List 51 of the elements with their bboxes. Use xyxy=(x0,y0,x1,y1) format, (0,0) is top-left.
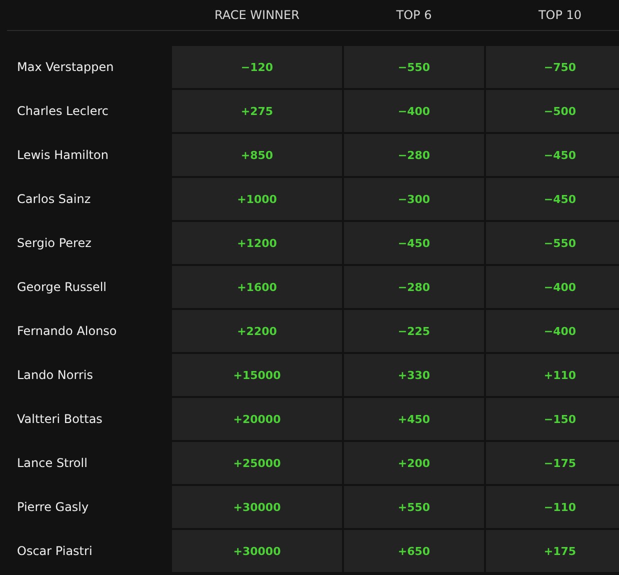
column-header: TOP 6 xyxy=(396,8,432,22)
odds-button[interactable]: −550 xyxy=(344,46,484,88)
driver-name: Oscar Piastri xyxy=(16,544,94,558)
odds-button[interactable]: +1200 xyxy=(172,222,342,264)
odds-button[interactable]: +15000 xyxy=(172,354,342,396)
odds-button[interactable]: −550 xyxy=(486,222,619,264)
driver-name: Max Verstappen xyxy=(16,60,115,74)
odds-button[interactable]: −450 xyxy=(486,134,619,176)
odds-button[interactable]: +110 xyxy=(486,354,619,396)
odds-button[interactable]: −120 xyxy=(172,46,342,88)
odds-button[interactable]: −280 xyxy=(344,266,484,308)
odds-button[interactable]: −450 xyxy=(344,222,484,264)
driver-name: Carlos Sainz xyxy=(16,192,92,206)
driver-name: Valtteri Bottas xyxy=(16,412,104,426)
odds-button[interactable]: −450 xyxy=(486,178,619,220)
odds-button[interactable]: −280 xyxy=(344,134,484,176)
driver-name: Lando Norris xyxy=(16,368,94,382)
odds-button[interactable]: +30000 xyxy=(172,530,342,572)
odds-button[interactable]: −175 xyxy=(486,442,619,484)
column-header: RACE WINNER xyxy=(214,8,300,22)
odds-button[interactable]: +650 xyxy=(344,530,484,572)
odds-button[interactable]: −110 xyxy=(486,486,619,528)
driver-name: Lewis Hamilton xyxy=(16,148,110,162)
odds-button[interactable]: −150 xyxy=(486,398,619,440)
odds-button[interactable]: −225 xyxy=(344,310,484,352)
odds-button[interactable]: −400 xyxy=(486,310,619,352)
driver-name: Lance Stroll xyxy=(16,456,88,470)
odds-button[interactable]: −500 xyxy=(486,90,619,132)
odds-button[interactable]: +30000 xyxy=(172,486,342,528)
odds-button[interactable]: +275 xyxy=(172,90,342,132)
odds-button[interactable]: +200 xyxy=(344,442,484,484)
odds-button[interactable]: +450 xyxy=(344,398,484,440)
odds-button[interactable]: +1000 xyxy=(172,178,342,220)
odds-button[interactable]: +20000 xyxy=(172,398,342,440)
driver-name: Charles Leclerc xyxy=(16,104,110,118)
driver-name: Pierre Gasly xyxy=(16,500,90,514)
odds-button[interactable]: −750 xyxy=(486,46,619,88)
driver-name: Sergio Perez xyxy=(16,236,92,250)
column-header: TOP 10 xyxy=(538,8,582,22)
odds-button[interactable]: +175 xyxy=(486,530,619,572)
odds-button[interactable]: +330 xyxy=(344,354,484,396)
odds-button[interactable]: +850 xyxy=(172,134,342,176)
odds-button[interactable]: −300 xyxy=(344,178,484,220)
odds-button[interactable]: +550 xyxy=(344,486,484,528)
odds-button[interactable]: −400 xyxy=(486,266,619,308)
odds-button[interactable]: +1600 xyxy=(172,266,342,308)
odds-button[interactable]: −400 xyxy=(344,90,484,132)
driver-name: George Russell xyxy=(16,280,108,294)
odds-button[interactable]: +2200 xyxy=(172,310,342,352)
driver-name: Fernando Alonso xyxy=(16,324,118,338)
odds-button[interactable]: +25000 xyxy=(172,442,342,484)
